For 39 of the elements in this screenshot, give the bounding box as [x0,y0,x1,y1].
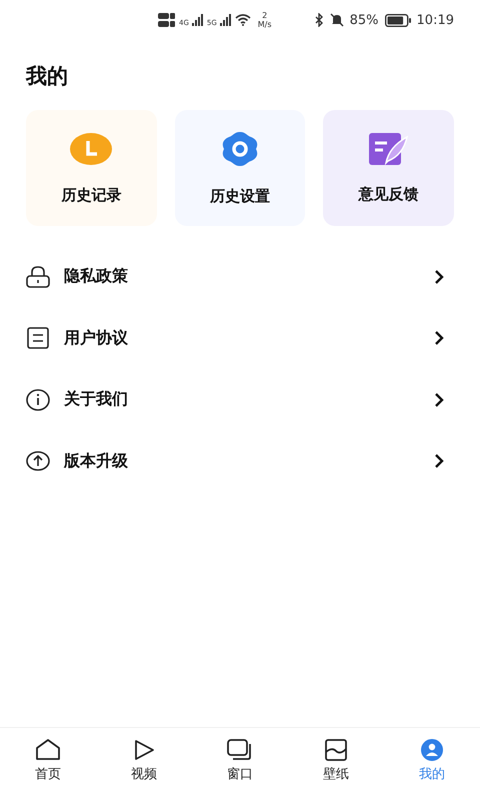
clock-icon [70,132,112,166]
windows-icon [227,739,253,761]
chevron-right-icon [434,453,444,470]
page-title: 我的 [26,63,69,90]
document-icon [26,327,50,350]
chevron-right-icon [434,392,444,408]
menu-item[interactable]: 隐私政策 [0,246,480,308]
person-icon [421,739,443,761]
play-icon [133,739,155,761]
lock-icon [26,266,50,288]
nav-tab[interactable]: 我的 [384,728,480,794]
battery-percent: 85% [350,12,379,28]
shortcut-card[interactable]: 意见反馈 [323,110,454,226]
signal-icon [220,14,232,26]
menu-item[interactable]: 用户协议 [0,308,480,369]
sim-icon [158,12,176,28]
nav-tab[interactable]: 窗口 [192,728,288,794]
chevron-right-icon [434,268,444,285]
nav-tab[interactable]: 壁纸 [288,728,384,794]
speed-value: 2 [262,11,268,20]
nav-tab[interactable]: 首页 [0,728,96,794]
nav-tab[interactable]: 视频 [96,728,192,794]
info-icon [26,388,50,411]
menu-item[interactable]: 关于我们 [0,369,480,430]
signal-icon [192,14,204,26]
wifi-icon [234,14,251,26]
menu-item[interactable]: 版本升级 [0,430,480,492]
shortcut-card[interactable]: 历史设置 [174,110,306,226]
home-icon [35,739,61,761]
wallpaper-icon [325,739,347,761]
bluetooth-icon [314,13,324,27]
gear-icon [220,130,260,166]
battery-icon [384,14,411,26]
shortcut-card[interactable]: 历史记录 [26,110,157,226]
chevron-right-icon [434,330,444,346]
note-quill-icon [368,132,409,164]
clock-time: 10:19 [416,12,454,28]
speed-unit: M/s [258,20,272,29]
mute-bell-icon [330,13,344,27]
